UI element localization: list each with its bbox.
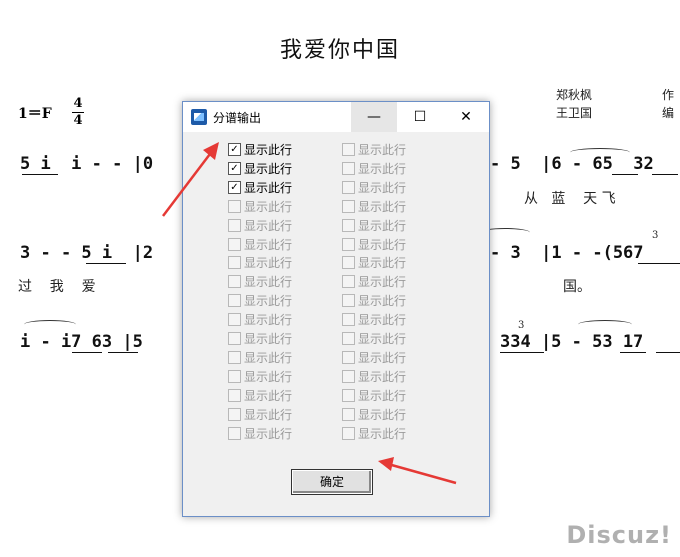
checkbox-label: 显示此行 xyxy=(244,180,293,195)
checkbox-icon[interactable]: ✓ xyxy=(228,143,241,156)
dialog-titlebar[interactable]: 分谱输出 — ☐ ✕ xyxy=(183,102,489,132)
checkbox-label: 显示此行 xyxy=(358,350,407,365)
notation-row-3-right: 334 |5 - 53 17 xyxy=(500,332,644,352)
checkbox-label: 显示此行 xyxy=(358,180,407,195)
checkbox-icon xyxy=(228,369,241,383)
composer-name: 郑秋枫 xyxy=(556,88,593,102)
checkbox-icon xyxy=(342,180,355,194)
checkbox-icon xyxy=(342,350,355,364)
checkbox-icon xyxy=(228,199,241,213)
checkbox-label: 显示此行 xyxy=(244,388,293,403)
checkbox-icon xyxy=(228,426,241,440)
checkbox-label: 显示此行 xyxy=(244,369,293,384)
checkbox-icon xyxy=(342,426,355,440)
ok-button[interactable]: 确定 xyxy=(291,469,373,495)
checkbox-icon xyxy=(228,407,241,421)
triplet-mark-row-2: 3 xyxy=(652,230,659,241)
notation-row-2-right: - 3 |1 - -(567 xyxy=(490,243,644,263)
checkbox-label: 显示此行 xyxy=(358,313,407,328)
checkbox-icon xyxy=(342,388,355,402)
checkbox-icon xyxy=(342,369,355,383)
time-signature-top: 4 xyxy=(73,96,83,111)
checkbox-label: 显示此行 xyxy=(358,332,407,346)
checkbox-label: 显示此行 xyxy=(358,199,407,214)
checkbox-label: 显示此行 xyxy=(244,143,293,157)
triplet-mark-row-3: 3 xyxy=(518,320,525,331)
app-icon xyxy=(191,109,207,125)
lyrics-row-2-left: 过 我 爱 xyxy=(18,279,96,295)
annotation-arrow-checkbox-icon xyxy=(162,142,219,217)
checkbox-label: 显示此行 xyxy=(244,199,293,214)
checkbox-icon xyxy=(228,388,241,402)
checkbox-icon xyxy=(228,237,241,251)
checkbox-label: 显示此行 xyxy=(358,237,407,252)
checkbox-icon xyxy=(342,407,355,421)
checkbox-label: 显示此行 xyxy=(358,407,407,422)
checkbox-icon xyxy=(228,294,241,308)
checkbox-label: 显示此行 xyxy=(244,294,293,309)
arranger-name: 王卫国 xyxy=(556,106,593,120)
checkbox-label: 显示此行 xyxy=(358,388,407,403)
checkbox-label: 显示此行 xyxy=(358,275,407,290)
score-title: 我爱你中国 xyxy=(279,38,400,63)
checkbox-label: 显示此行 xyxy=(358,161,407,176)
key-signature: 1＝F xyxy=(18,106,52,122)
checkbox-label: 显示此行 xyxy=(244,237,293,252)
checkbox-label: 显示此行 xyxy=(244,161,293,176)
time-signature: 4 4 xyxy=(72,97,84,128)
close-button[interactable]: ✕ xyxy=(443,102,489,132)
notation-row-2-left: 3 - - 5 i |2 xyxy=(20,243,154,263)
checkbox-label: 显示此行 xyxy=(244,332,293,346)
notation-row-3-left: i - i7 63 |5 xyxy=(20,332,143,352)
checkbox-icon xyxy=(228,256,241,270)
checkbox-icon xyxy=(342,161,355,175)
lyrics-row-2-right: 国。 xyxy=(563,279,591,295)
checkbox-icon xyxy=(228,275,241,289)
checkbox-icon xyxy=(228,350,241,364)
annotation-arrow-ok-icon xyxy=(378,457,457,485)
checkbox-label: 显示此行 xyxy=(244,313,293,328)
checkbox-label: 显示此行 xyxy=(244,407,293,422)
checkbox-label: 显示此行 xyxy=(244,256,293,271)
checkbox-label: 显示此行 xyxy=(358,143,407,157)
checkbox-icon xyxy=(342,313,355,327)
checkbox-icon xyxy=(342,332,355,345)
dialog-title: 分谱输出 xyxy=(213,111,262,125)
arranger-role: 编 xyxy=(662,106,675,120)
notation-row-1-left: 5 i i - - |0 xyxy=(20,154,154,174)
maximize-button[interactable]: ☐ xyxy=(397,102,443,132)
checkbox-label: 显示此行 xyxy=(358,218,407,233)
checkbox-label: 显示此行 xyxy=(358,426,407,441)
checkbox-label: 显示此行 xyxy=(358,369,407,384)
checkbox-icon xyxy=(342,218,355,232)
checkbox-icon[interactable]: ✓ xyxy=(228,180,241,194)
checkbox-icon xyxy=(228,332,241,345)
checkbox-label: 显示此行 xyxy=(358,256,407,271)
checkbox-icon xyxy=(342,294,355,308)
checkbox-icon xyxy=(342,256,355,270)
checkbox-label: 显示此行 xyxy=(244,426,293,441)
checkbox-icon[interactable]: ✓ xyxy=(228,161,241,175)
checkbox-icon xyxy=(228,313,241,327)
checkbox-label: 显示此行 xyxy=(244,350,293,365)
checkbox-label: 显示此行 xyxy=(244,275,293,290)
checkbox-icon xyxy=(342,275,355,289)
lyrics-row-1-right: 从 蓝 天 飞 xyxy=(524,191,616,207)
checkbox-icon xyxy=(342,237,355,251)
discuz-watermark: Discuz! xyxy=(566,521,672,549)
checkbox-icon xyxy=(342,143,355,156)
checkbox-label: 显示此行 xyxy=(358,294,407,309)
checkbox-icon xyxy=(228,218,241,232)
notation-row-1-right: - 5 |6 - 65 32 xyxy=(490,154,654,174)
checkbox-label: 显示此行 xyxy=(244,218,293,233)
minimize-button[interactable]: — xyxy=(351,102,397,132)
composer-role: 作 xyxy=(662,88,675,102)
time-signature-bottom: 4 xyxy=(73,113,83,128)
checkbox-icon xyxy=(342,199,355,213)
